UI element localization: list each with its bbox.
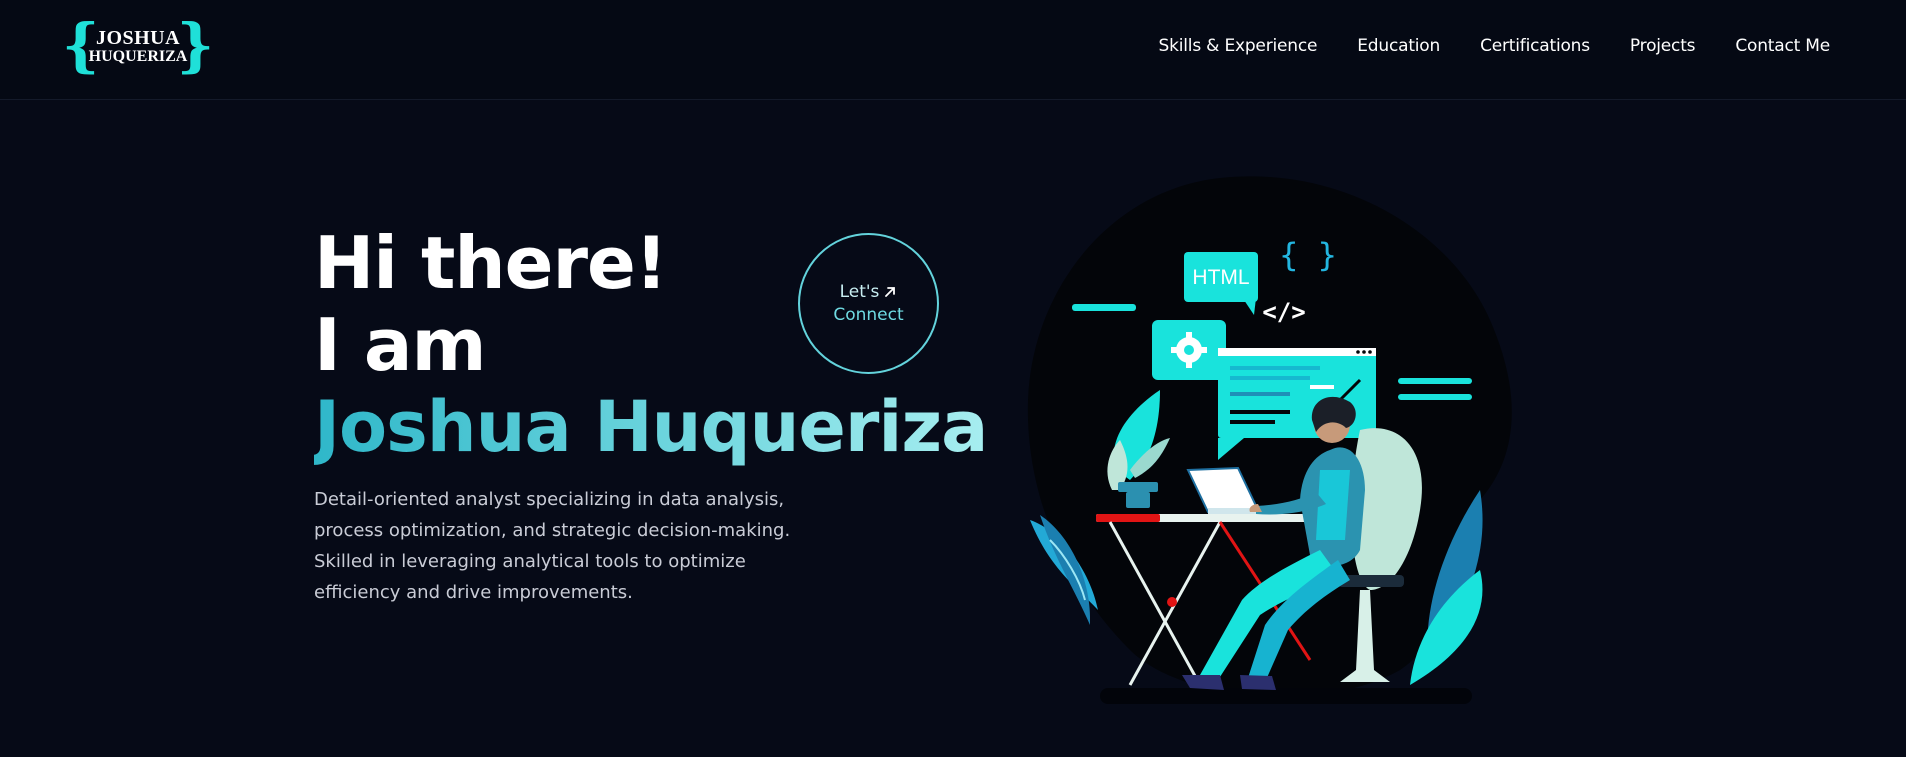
main-nav: Skills & Experience Education Certificat… <box>1159 36 1831 56</box>
nav-certifications[interactable]: Certifications <box>1480 36 1590 56</box>
nav-skills-experience[interactable]: Skills & Experience <box>1159 36 1318 56</box>
logo[interactable]: { JOSHUA HUQUERIZA } <box>62 12 214 84</box>
person-shoes <box>1182 675 1224 690</box>
connect-row: Let's <box>840 281 898 304</box>
developer-illustration: HTML { } </> <box>1027 176 1512 704</box>
connect-label-line1: Let's <box>839 281 880 302</box>
floor-shadow <box>1100 688 1472 704</box>
nav-education[interactable]: Education <box>1357 36 1440 56</box>
arrow-up-right-icon <box>885 287 896 297</box>
lets-connect-button[interactable]: Let's Connect <box>798 233 939 374</box>
connect-label-line2: Connect <box>833 304 904 325</box>
html-badge-text: HTML <box>1192 266 1249 289</box>
hero-description: Detail-oriented analyst specializing in … <box>314 489 791 603</box>
hero-name: Joshua Huqueriza <box>314 386 988 468</box>
site-header: { JOSHUA HUQUERIZA } Skills & Experience… <box>0 0 1906 100</box>
nav-projects[interactable]: Projects <box>1630 36 1696 56</box>
nav-contact-me[interactable]: Contact Me <box>1735 36 1830 56</box>
code-tag-icon: </> <box>1262 298 1305 326</box>
logo-brace-right: } <box>176 11 214 79</box>
braces-icon: { } <box>1279 236 1337 274</box>
